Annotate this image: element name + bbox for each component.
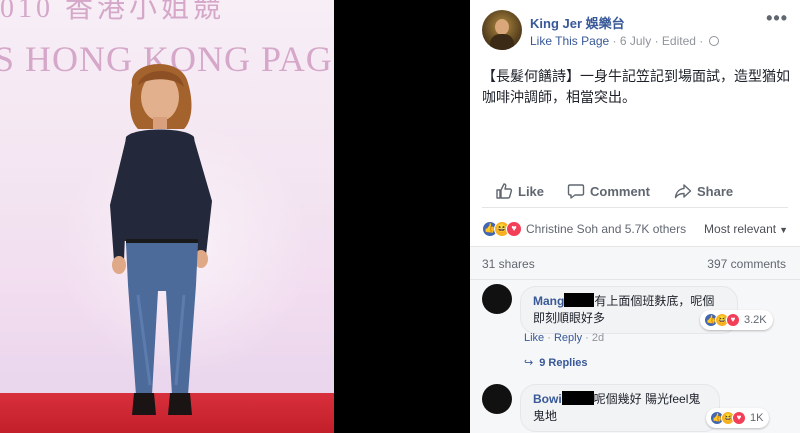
commenter-avatar[interactable] [482,384,512,414]
redacted-block [561,391,594,405]
photo-letterbox [334,0,470,433]
thumbs-up-icon [496,183,513,199]
share-button[interactable]: Share [674,182,733,200]
commenter-name[interactable]: Bowi [533,392,562,406]
more-options-icon[interactable]: ••• [766,8,788,29]
comments-count[interactable]: 397 comments [707,257,786,271]
love-reaction-icon: ♥ [732,411,746,425]
meta-separator: · [612,34,617,48]
avatar-body [490,34,514,50]
post-actions: Like Comment Share [482,178,788,208]
like-button-label: Like [518,183,545,199]
replies-label: 9 Replies [539,357,588,369]
caret-down-icon: ▼ [779,225,788,235]
commenter-avatar[interactable] [482,284,512,314]
love-reaction-icon: ♥ [506,221,522,237]
meta-separator: · [699,34,704,48]
comment-actions: Like · Reply · 2d [524,332,605,344]
reply-arrow-icon: ↪ [524,357,534,369]
comment-reply-link[interactable]: Reply [554,332,582,344]
edited-label[interactable]: Edited [662,34,696,48]
share-arrow-icon [674,184,692,199]
meta-separator: · [654,34,659,48]
comment-button-label: Comment [590,183,650,199]
comment-reaction-count: 3.2K [744,314,767,326]
love-reaction-icon: ♥ [726,313,740,327]
page-name-link[interactable]: King Jer 娛樂台 [530,13,625,32]
post-header: King Jer 娛樂台 Like This Page · 6 July · E… [470,0,800,60]
comment-reactions[interactable]: 👍 😆 ♥ 3.2K [700,310,773,330]
woman-figure [110,64,212,415]
comment-reaction-count: 1K [750,412,764,424]
shares-comments-row: 31 shares 397 comments [470,246,800,280]
share-button-label: Share [697,183,734,199]
comment-like-link[interactable]: Like [524,332,544,344]
comment-sort-dropdown[interactable]: Most relevant ▼ [704,222,788,236]
like-button[interactable]: Like [495,182,544,200]
post-text: 【長髮何饍詩】一身牛記笠記到場面試，造型猶如咖啡沖調師，相當突出。 [482,68,790,105]
comment-time[interactable]: 2d [592,332,604,344]
page-avatar[interactable] [482,10,522,50]
backdrop-top-text: 010 香港小姐競 [0,0,226,24]
comment-icon [567,184,585,199]
globe-icon [708,36,719,46]
comment-sort-label: Most relevant [704,222,777,236]
comment-reactions[interactable]: 👍 😆 ♥ 1K [706,408,770,428]
post-meta: Like This Page · 6 July · Edited · [530,34,719,48]
reaction-icons[interactable]: 👍 😆 ♥ [482,221,528,239]
post-photo[interactable]: 010 香港小姐競 S HONG KONG PAGEANT 2 [0,0,334,433]
comments-list: Mang 有上面個班麩底，呢個即刻順眼好多 👍 😆 ♥ 3.2K Like · R… [470,280,800,433]
comment-button[interactable]: Comment [567,182,650,200]
avatar-face [495,19,509,35]
comment-bubble: Bowi 呢個幾好 陽光feel鬼鬼地 [520,384,720,432]
commenter-name[interactable]: Mang [533,294,564,308]
like-page-link[interactable]: Like This Page [530,34,609,48]
view-replies-link[interactable]: ↪ 9 Replies [524,356,588,369]
redacted-block [564,293,595,307]
reaction-names[interactable]: Christine Soh and 5.7K others [526,222,686,236]
post-date[interactable]: 6 July [620,34,651,48]
shares-count[interactable]: 31 shares [482,257,535,271]
post-panel: King Jer 娛樂台 Like This Page · 6 July · E… [470,0,800,433]
reactions-summary: 👍 😆 ♥ Christine Soh and 5.7K others Most… [482,216,788,244]
